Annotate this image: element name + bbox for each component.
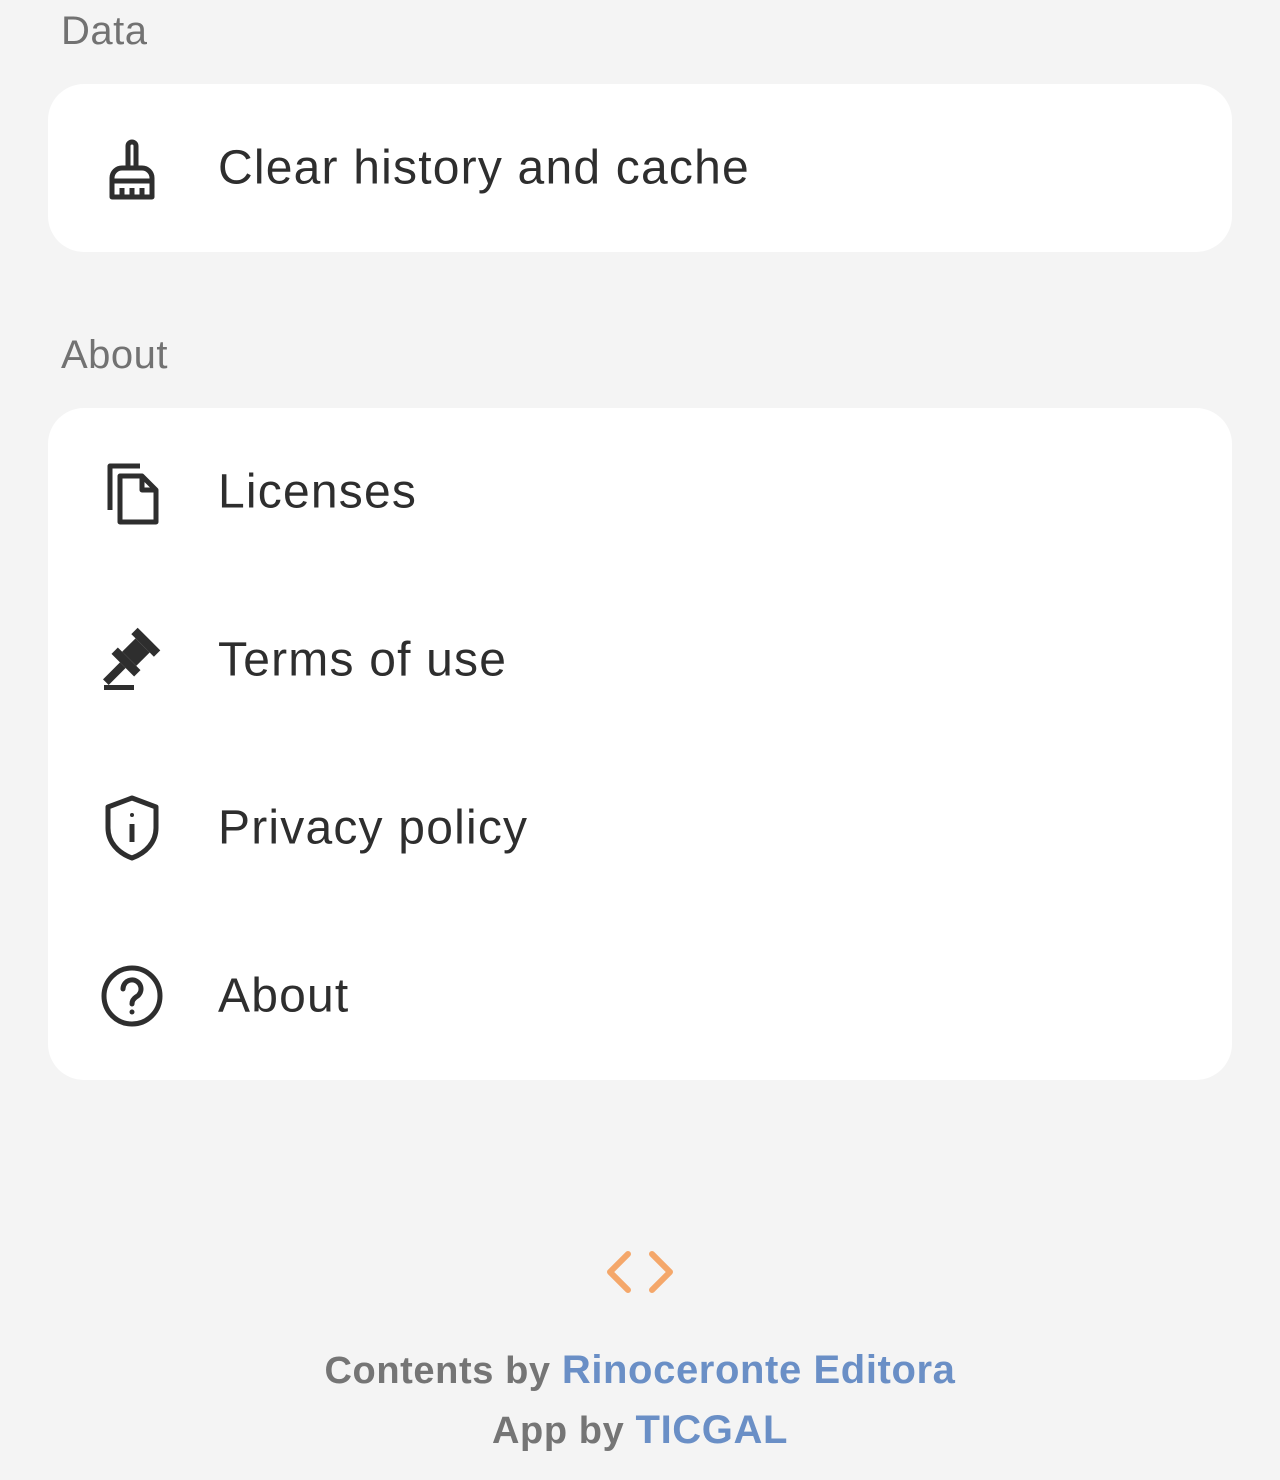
contents-prefix: Contents by bbox=[324, 1350, 551, 1392]
licenses-item[interactable]: Licenses bbox=[48, 408, 1232, 576]
app-prefix: App by bbox=[491, 1410, 625, 1452]
about-label: About bbox=[218, 969, 350, 1023]
code-brackets-icon bbox=[600, 1248, 680, 1296]
privacy-policy-item[interactable]: Privacy policy bbox=[48, 744, 1232, 912]
help-circle-icon bbox=[98, 962, 166, 1030]
terms-of-use-label: Terms of use bbox=[218, 633, 508, 687]
clear-history-cache-item[interactable]: Clear history and cache bbox=[48, 84, 1232, 252]
clear-history-cache-label: Clear history and cache bbox=[218, 141, 750, 195]
footer-contents-credit: Contents by Rinoceronte Editora bbox=[0, 1348, 1280, 1393]
gavel-icon bbox=[98, 626, 166, 694]
about-item[interactable]: About bbox=[48, 912, 1232, 1080]
settings-card-about: Licenses Terms of use Privacy policy Abo… bbox=[48, 408, 1232, 1080]
settings-card-data: Clear history and cache bbox=[48, 84, 1232, 252]
ticgal-link[interactable]: TICGAL bbox=[636, 1408, 788, 1452]
section-header-data: Data bbox=[61, 9, 148, 53]
broom-icon bbox=[98, 134, 166, 202]
copy-document-icon bbox=[98, 458, 166, 526]
privacy-policy-label: Privacy policy bbox=[218, 801, 529, 855]
rinoceronte-editora-link[interactable]: Rinoceronte Editora bbox=[562, 1348, 956, 1392]
terms-of-use-item[interactable]: Terms of use bbox=[48, 576, 1232, 744]
footer-app-credit: App by TICGAL bbox=[0, 1408, 1280, 1453]
shield-info-icon bbox=[98, 794, 166, 862]
section-header-about: About bbox=[61, 333, 169, 377]
licenses-label: Licenses bbox=[218, 465, 418, 519]
